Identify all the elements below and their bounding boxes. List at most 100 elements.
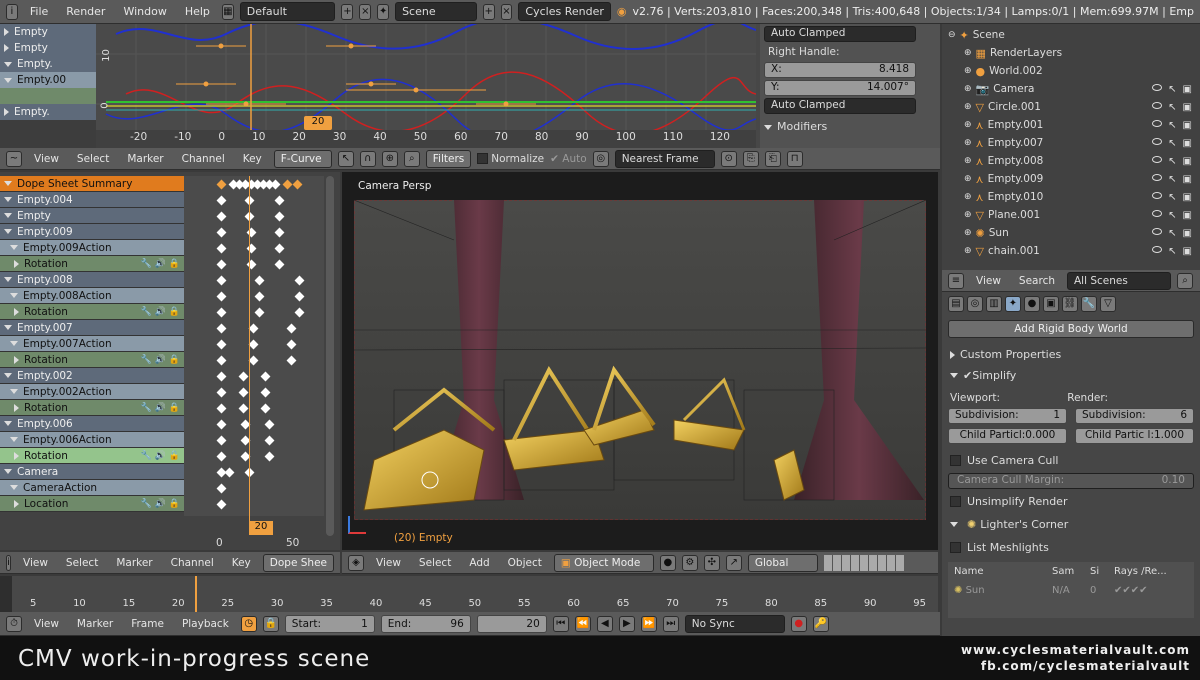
data-tab-icon[interactable]: ▽ xyxy=(1100,296,1116,312)
dopesheet-channel[interactable]: Empty.009 xyxy=(0,224,184,240)
graph-curves[interactable] xyxy=(96,24,756,148)
simplify-checkbox-icon[interactable]: ✔ xyxy=(963,369,972,382)
keyframe[interactable] xyxy=(216,259,227,270)
dopesheet-frame-indicator[interactable]: 20 xyxy=(249,521,273,535)
keyframe[interactable] xyxy=(248,339,259,350)
outliner-item[interactable]: ⊕ ▽ Circle.001 ↖ ▣ xyxy=(942,98,1200,116)
expand-icon[interactable]: ⊕ xyxy=(964,120,972,130)
dopesheet-channel[interactable]: Location 🔧 🔊 🔒 xyxy=(0,496,184,512)
interaction-mode-select[interactable]: ▣ Object Mode xyxy=(553,553,654,572)
remove-scene-icon[interactable]: × xyxy=(500,3,513,20)
keyframe[interactable] xyxy=(274,259,285,270)
dopesheet-channel[interactable]: Rotation 🔧 🔊 🔒 xyxy=(0,448,184,464)
scene-select[interactable]: Scene xyxy=(395,2,477,21)
start-frame-field[interactable]: Start: 1 xyxy=(284,614,375,633)
sync-mode-select[interactable]: No Sync xyxy=(684,614,785,633)
cursor-icon[interactable]: ↖ xyxy=(337,150,354,167)
expand-arrow-icon[interactable] xyxy=(4,277,12,282)
ray-visibility-icons[interactable]: ✔✔✔✔ xyxy=(1114,585,1148,596)
expand-icon[interactable]: ⊕ xyxy=(964,246,972,256)
outliner-display-select[interactable]: All Scenes xyxy=(1067,271,1171,290)
keyframe[interactable] xyxy=(216,435,227,446)
outliner-menu-view[interactable]: View xyxy=(970,275,1007,287)
dopesheet-channel[interactable]: Empty.004 xyxy=(0,192,184,208)
target-icon[interactable]: ⊕ xyxy=(381,150,398,167)
dopesheet-menu-channel[interactable]: Channel xyxy=(165,557,220,569)
keyframe[interactable] xyxy=(292,179,303,190)
handle-y-field[interactable]: Y: 14.007° xyxy=(764,80,916,96)
outliner-item[interactable]: ⊕ ▽ chain.001 ↖ ▣ xyxy=(942,242,1200,260)
keyframe[interactable] xyxy=(294,291,305,302)
editor-type-icon[interactable]: i xyxy=(6,554,11,571)
expand-arrow-icon[interactable] xyxy=(4,325,12,330)
manipulator-icon[interactable]: ✣ xyxy=(703,554,720,571)
keyframe[interactable] xyxy=(254,275,265,286)
editor-type-icon[interactable]: i xyxy=(6,3,18,20)
play-icon[interactable]: ▶ xyxy=(618,615,635,632)
use-camera-cull-checkbox[interactable]: Use Camera Cull xyxy=(942,448,1200,473)
keyframe[interactable] xyxy=(260,387,271,398)
keyframe[interactable] xyxy=(216,275,227,286)
dopesheet-channel[interactable]: Camera xyxy=(0,464,184,480)
current-frame-field[interactable]: 20 xyxy=(476,614,547,633)
simplify-header[interactable]: ✔ Simplify xyxy=(942,367,1200,388)
viewport-menu-view[interactable]: View xyxy=(370,557,407,569)
lights-table-row[interactable]: ✺ Sun N/A 0 ✔✔✔✔ xyxy=(948,581,1194,600)
expand-arrow-icon[interactable] xyxy=(10,389,18,394)
expand-arrow-icon[interactable] xyxy=(14,307,19,316)
keyframe[interactable] xyxy=(264,419,275,430)
keyframe[interactable] xyxy=(216,403,227,414)
render-subdivision-field[interactable]: Subdivision: 6 xyxy=(1075,408,1194,424)
render-engine-select[interactable]: Cycles Render xyxy=(518,2,611,21)
keyframe[interactable] xyxy=(286,339,297,350)
keyframe[interactable] xyxy=(216,195,227,206)
expand-arrow-icon[interactable] xyxy=(14,403,19,412)
outliner-editor-icon[interactable]: ≡ xyxy=(948,272,964,289)
keyframe[interactable] xyxy=(260,403,271,414)
dopesheet-channel[interactable]: Empty.006 xyxy=(0,416,184,432)
dopesheet-channel[interactable]: Dope Sheet Summary xyxy=(0,176,184,192)
expand-arrow-icon[interactable] xyxy=(10,293,18,298)
expand-icon[interactable]: ⊕ xyxy=(964,84,972,94)
pivot-icon[interactable]: ⊙ xyxy=(720,150,737,167)
keyframe[interactable] xyxy=(216,355,227,366)
timeline-menu-marker[interactable]: Marker xyxy=(71,618,119,630)
keyframe[interactable] xyxy=(274,211,285,222)
outliner-item[interactable]: ⊕ ▽ Plane.001 ↖ ▣ xyxy=(942,206,1200,224)
normalize-checkbox[interactable]: Normalize xyxy=(477,153,544,165)
viewport-editor-icon[interactable]: ◈ xyxy=(348,554,364,571)
search-icon[interactable]: ⌕ xyxy=(403,150,420,167)
outliner-search-icon[interactable]: ⌕ xyxy=(1177,272,1193,289)
auto-snap-icon[interactable]: ◎ xyxy=(592,150,609,167)
menu-help[interactable]: Help xyxy=(179,5,216,18)
dopesheet-channel[interactable]: Empty.008 xyxy=(0,272,184,288)
layout-select[interactable]: Default xyxy=(239,2,336,21)
keyframe[interactable] xyxy=(216,291,227,302)
render-tab-icon[interactable]: ◎ xyxy=(967,296,983,312)
graph-menu-select[interactable]: Select xyxy=(71,153,115,165)
channel-toggle-icons[interactable]: 🔧 🔊 🔒 xyxy=(141,499,180,509)
expand-arrow-icon[interactable] xyxy=(10,341,18,346)
dopesheet-channel[interactable]: Empty.002 xyxy=(0,368,184,384)
keyframe[interactable] xyxy=(216,483,227,494)
timeline-menu-frame[interactable]: Frame xyxy=(125,618,170,630)
outliner-item[interactable]: ⊖ ✦ Scene xyxy=(942,26,1200,44)
keyframe[interactable] xyxy=(294,275,305,286)
menu-window[interactable]: Window xyxy=(117,5,172,18)
remove-layout-icon[interactable]: × xyxy=(359,3,372,20)
expand-arrow-icon[interactable] xyxy=(4,373,12,378)
keyframe[interactable] xyxy=(216,307,227,318)
dopesheet-scrollbar[interactable] xyxy=(326,176,334,536)
keyframe[interactable] xyxy=(248,355,259,366)
timeline-menu-playback[interactable]: Playback xyxy=(176,618,235,630)
expand-arrow-icon[interactable] xyxy=(14,499,19,508)
expand-icon[interactable]: ⊕ xyxy=(964,210,972,220)
world-tab-icon[interactable]: ● xyxy=(1024,296,1040,312)
auto-checkbox[interactable]: ✔ Auto xyxy=(550,153,587,165)
expand-arrow-icon[interactable] xyxy=(10,245,18,250)
visibility-toggles[interactable]: ↖ ▣ xyxy=(1152,119,1192,131)
jump-prev-key-icon[interactable]: ⏪ xyxy=(574,615,591,632)
dopesheet-channel[interactable]: Rotation 🔧 🔊 🔒 xyxy=(0,352,184,368)
outliner-item[interactable]: ⊕ ⋏ Empty.010 ↖ ▣ xyxy=(942,188,1200,206)
keyframe[interactable] xyxy=(264,451,275,462)
